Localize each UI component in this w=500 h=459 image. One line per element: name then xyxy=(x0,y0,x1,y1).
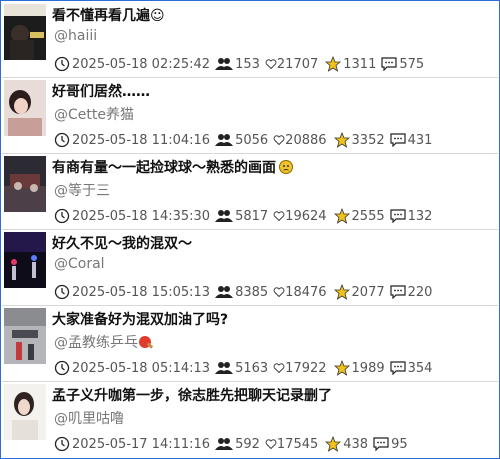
people-icon xyxy=(215,285,234,299)
comment-icon xyxy=(373,437,389,451)
author-name[interactable]: @叽里咕噜 xyxy=(54,408,124,428)
people-icon xyxy=(215,57,234,71)
like-count: 21707 xyxy=(276,56,319,72)
post-date: 2025-05-18 11:04:16 xyxy=(72,132,211,148)
video-thumbnail[interactable] xyxy=(4,232,46,288)
video-stats: 2025-05-18 05:14:13 5163 17922 1989 354 xyxy=(54,360,437,376)
video-thumbnail[interactable] xyxy=(4,156,46,212)
author-name-text: @孟教练乒乓 xyxy=(54,335,138,351)
video-thumbnail[interactable] xyxy=(4,308,46,364)
like-count: 17545 xyxy=(276,436,319,452)
video-list: 看不懂再看几遍☺ @haiii 2025-05-18 02:25:42 153 … xyxy=(2,2,498,458)
list-item[interactable]: 大家准备好为混双加油了吗? @孟教练乒乓 2025-05-18 05:14:13… xyxy=(2,306,498,382)
comment-icon xyxy=(390,209,406,223)
comment-count: 575 xyxy=(399,56,425,72)
like-count: 19624 xyxy=(285,208,327,224)
video-title[interactable]: 看不懂再看几遍☺ xyxy=(52,5,165,25)
video-title[interactable]: 孟子义升咖第一步，徐志胜先把聊天记录删了 xyxy=(52,385,332,405)
favorite-count: 1311 xyxy=(343,56,377,72)
author-name[interactable]: @Coral xyxy=(54,256,105,272)
video-thumbnail[interactable] xyxy=(4,384,46,440)
clock-icon xyxy=(54,360,70,376)
heart-icon xyxy=(273,210,285,222)
people-icon xyxy=(215,361,234,375)
author-name[interactable]: @等于三 xyxy=(54,180,110,200)
list-item[interactable]: 孟子义升咖第一步，徐志胜先把聊天记录删了 @叽里咕噜 2025-05-17 14… xyxy=(2,382,498,458)
clock-icon xyxy=(54,208,70,224)
author-name[interactable]: @孟教练乒乓 xyxy=(54,332,151,352)
viewer-count: 8385 xyxy=(235,284,269,300)
video-thumbnail[interactable] xyxy=(4,4,46,60)
star-icon xyxy=(325,436,342,452)
comment-count: 431 xyxy=(407,132,433,148)
comment-icon xyxy=(390,285,406,299)
viewer-count: 5817 xyxy=(235,208,269,224)
video-stats: 2025-05-18 15:05:13 8385 18476 2077 220 xyxy=(54,284,437,300)
post-date: 2025-05-18 02:25:42 xyxy=(72,56,211,72)
people-icon xyxy=(215,209,234,223)
video-stats: 2025-05-17 14:11:16 592 17545 438 95 xyxy=(54,436,413,452)
comment-icon xyxy=(381,57,397,71)
sad-face-emoji-icon xyxy=(279,160,293,174)
viewer-count: 153 xyxy=(235,56,260,72)
viewer-count: 5163 xyxy=(235,360,269,376)
post-date: 2025-05-17 14:11:16 xyxy=(72,436,211,452)
heart-icon xyxy=(265,438,277,450)
post-date: 2025-05-18 05:14:13 xyxy=(72,360,211,376)
list-item[interactable]: 好哥们居然…… @Cette养猫 2025-05-18 11:04:16 505… xyxy=(2,78,498,154)
video-title[interactable]: 大家准备好为混双加油了吗? xyxy=(52,309,228,329)
star-icon xyxy=(333,360,350,376)
comment-count: 95 xyxy=(391,436,408,452)
like-count: 18476 xyxy=(285,284,327,300)
heart-icon xyxy=(265,58,277,70)
star-icon xyxy=(333,284,350,300)
post-date: 2025-05-18 14:35:30 xyxy=(72,208,211,224)
comment-count: 220 xyxy=(407,284,433,300)
favorite-count: 3352 xyxy=(351,132,385,148)
people-icon xyxy=(215,437,234,451)
favorite-count: 2555 xyxy=(351,208,385,224)
clock-icon xyxy=(54,436,70,452)
comment-icon xyxy=(390,133,406,147)
author-name[interactable]: @Cette养猫 xyxy=(54,104,134,124)
star-icon xyxy=(333,132,350,148)
video-stats: 2025-05-18 02:25:42 153 21707 1311 575 xyxy=(54,56,429,72)
viewer-count: 592 xyxy=(235,436,260,452)
post-date: 2025-05-18 15:05:13 xyxy=(72,284,211,300)
favorite-count: 2077 xyxy=(351,284,385,300)
video-stats: 2025-05-18 11:04:16 5056 20886 3352 431 xyxy=(54,132,437,148)
heart-icon xyxy=(273,362,285,374)
clock-icon xyxy=(54,284,70,300)
heart-icon xyxy=(273,134,285,146)
comment-count: 132 xyxy=(407,208,433,224)
comment-icon xyxy=(390,361,406,375)
list-item[interactable]: 有商有量～一起捡球球～熟悉的画面 @等于三 2025-05-18 14:35:3… xyxy=(2,154,498,230)
video-thumbnail[interactable] xyxy=(4,80,46,136)
clock-icon xyxy=(54,132,70,148)
list-item[interactable]: 看不懂再看几遍☺ @haiii 2025-05-18 02:25:42 153 … xyxy=(2,2,498,78)
video-stats: 2025-05-18 14:35:30 5817 19624 2555 132 xyxy=(54,208,437,224)
people-icon xyxy=(215,133,234,147)
comment-count: 354 xyxy=(407,360,433,376)
video-title[interactable]: 好哥们居然…… xyxy=(52,81,150,101)
star-icon xyxy=(325,56,342,72)
viewer-count: 5056 xyxy=(235,132,269,148)
ping-pong-emoji-icon xyxy=(139,336,151,348)
favorite-count: 1989 xyxy=(351,360,385,376)
video-title[interactable]: 有商有量～一起捡球球～熟悉的画面 xyxy=(52,157,293,177)
heart-icon xyxy=(273,286,285,298)
video-title[interactable]: 好久不见～我的混双～ xyxy=(52,233,192,253)
star-icon xyxy=(333,208,350,224)
favorite-count: 438 xyxy=(343,436,369,452)
list-item[interactable]: 好久不见～我的混双～ @Coral 2025-05-18 15:05:13 83… xyxy=(2,230,498,306)
video-list-panel: 看不懂再看几遍☺ @haiii 2025-05-18 02:25:42 153 … xyxy=(0,0,500,459)
like-count: 20886 xyxy=(285,132,327,148)
clock-icon xyxy=(54,56,70,72)
like-count: 17922 xyxy=(285,360,327,376)
video-title-text: 有商有量～一起捡球球～熟悉的画面 xyxy=(52,160,276,176)
author-name[interactable]: @haiii xyxy=(54,28,97,44)
